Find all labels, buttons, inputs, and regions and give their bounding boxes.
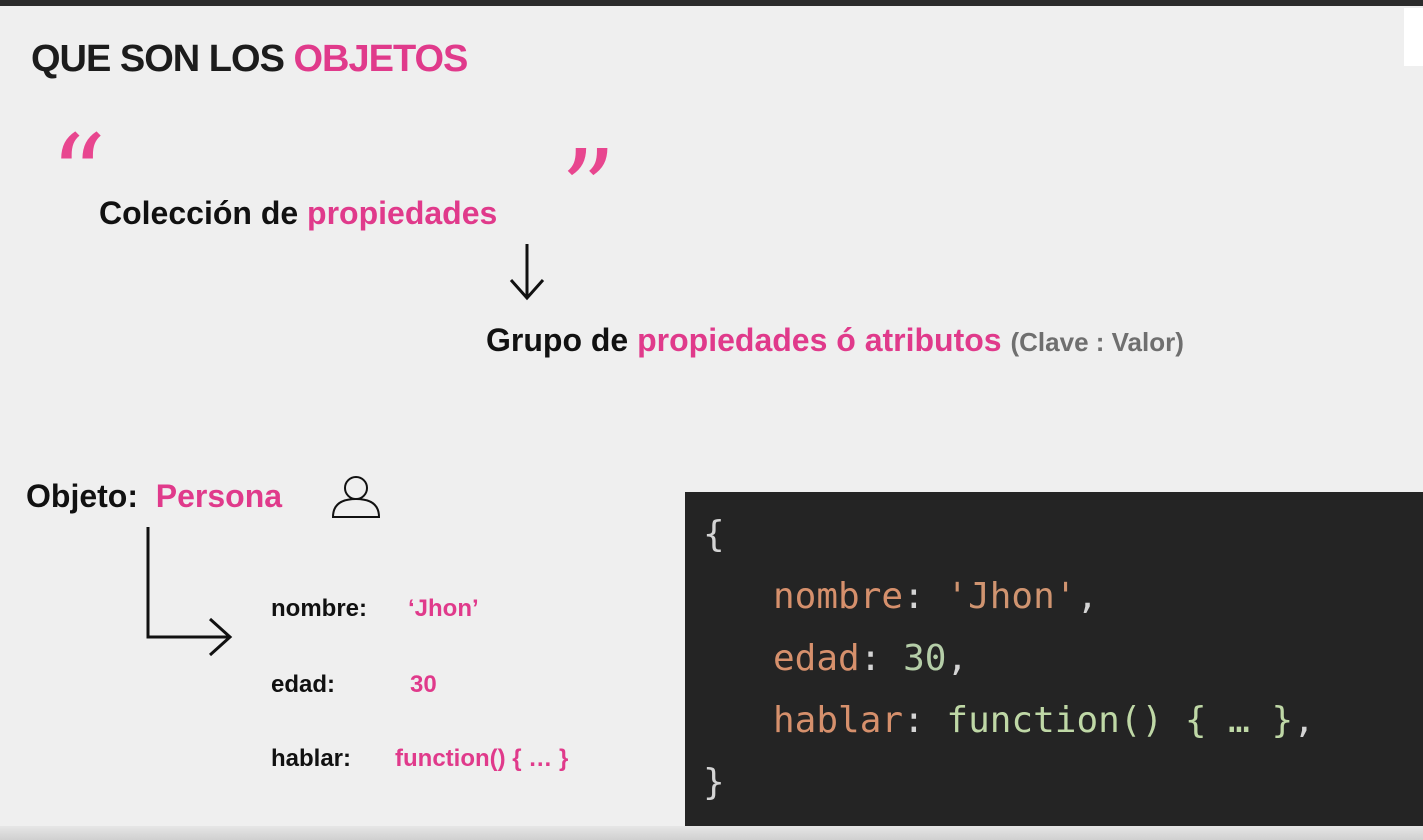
- user-icon: [331, 476, 381, 518]
- code-key: hablar: [773, 700, 904, 741]
- code-value: 'Jhon': [946, 576, 1077, 617]
- corner-panel: [1404, 8, 1423, 66]
- code-end: ,: [946, 638, 969, 679]
- bottom-shade: [0, 826, 1423, 840]
- title-highlight: OBJETOS: [293, 38, 468, 80]
- line2-note: (Clave : Valor): [1010, 327, 1184, 357]
- title-prefix: QUE SON LOS: [31, 38, 294, 80]
- code-line-edad: edad: 30,: [773, 638, 968, 679]
- code-key: nombre: [773, 576, 904, 617]
- bent-arrow-icon: [146, 527, 233, 657]
- code-end: ,: [1293, 700, 1315, 741]
- object-name: Persona: [155, 478, 283, 514]
- prop-value-hablar: function() { … }: [395, 745, 569, 772]
- code-end: ,: [1076, 576, 1099, 617]
- code-sep: :: [903, 700, 947, 741]
- definition-line-2: Grupo de propiedades ó atributos (Clave …: [486, 322, 1184, 359]
- line1-highlight: propiedades: [307, 195, 498, 231]
- prop-key-hablar: hablar:: [271, 745, 352, 772]
- code-block: { nombre: 'Jhon', edad: 30, hablar: func…: [685, 492, 1423, 826]
- object-heading: Objeto: Persona: [26, 478, 282, 515]
- code-key: edad: [773, 638, 860, 679]
- slide-title: QUE SON LOS OBJETOS: [31, 38, 468, 81]
- code-sep: :: [903, 576, 947, 617]
- line2-highlight: propiedades ó atributos: [637, 322, 1002, 358]
- line1-prefix: Colección de: [99, 195, 299, 231]
- code-close-brace: }: [703, 762, 725, 803]
- close-quote-icon: ”: [560, 126, 617, 254]
- prop-value-edad: 30: [410, 671, 437, 698]
- open-quote-icon: “: [50, 111, 107, 239]
- prop-key-nombre: nombre:: [271, 595, 367, 622]
- definition-line-1: Colección de propiedades: [99, 195, 497, 232]
- code-sep: :: [859, 638, 904, 679]
- code-value: function() { … }: [946, 700, 1294, 741]
- line2-prefix: Grupo de: [486, 322, 629, 358]
- prop-key-edad: edad:: [271, 671, 336, 698]
- code-open-brace: {: [703, 514, 725, 555]
- prop-value-nombre: ‘Jhon’: [408, 595, 479, 622]
- code-line-nombre: nombre: 'Jhon',: [773, 576, 1098, 617]
- code-line-hablar: hablar: function() { … },: [773, 700, 1315, 741]
- object-label: Objeto:: [26, 478, 138, 514]
- down-arrow-icon: [509, 244, 545, 301]
- code-value: 30: [903, 638, 947, 679]
- top-bar: [0, 0, 1423, 6]
